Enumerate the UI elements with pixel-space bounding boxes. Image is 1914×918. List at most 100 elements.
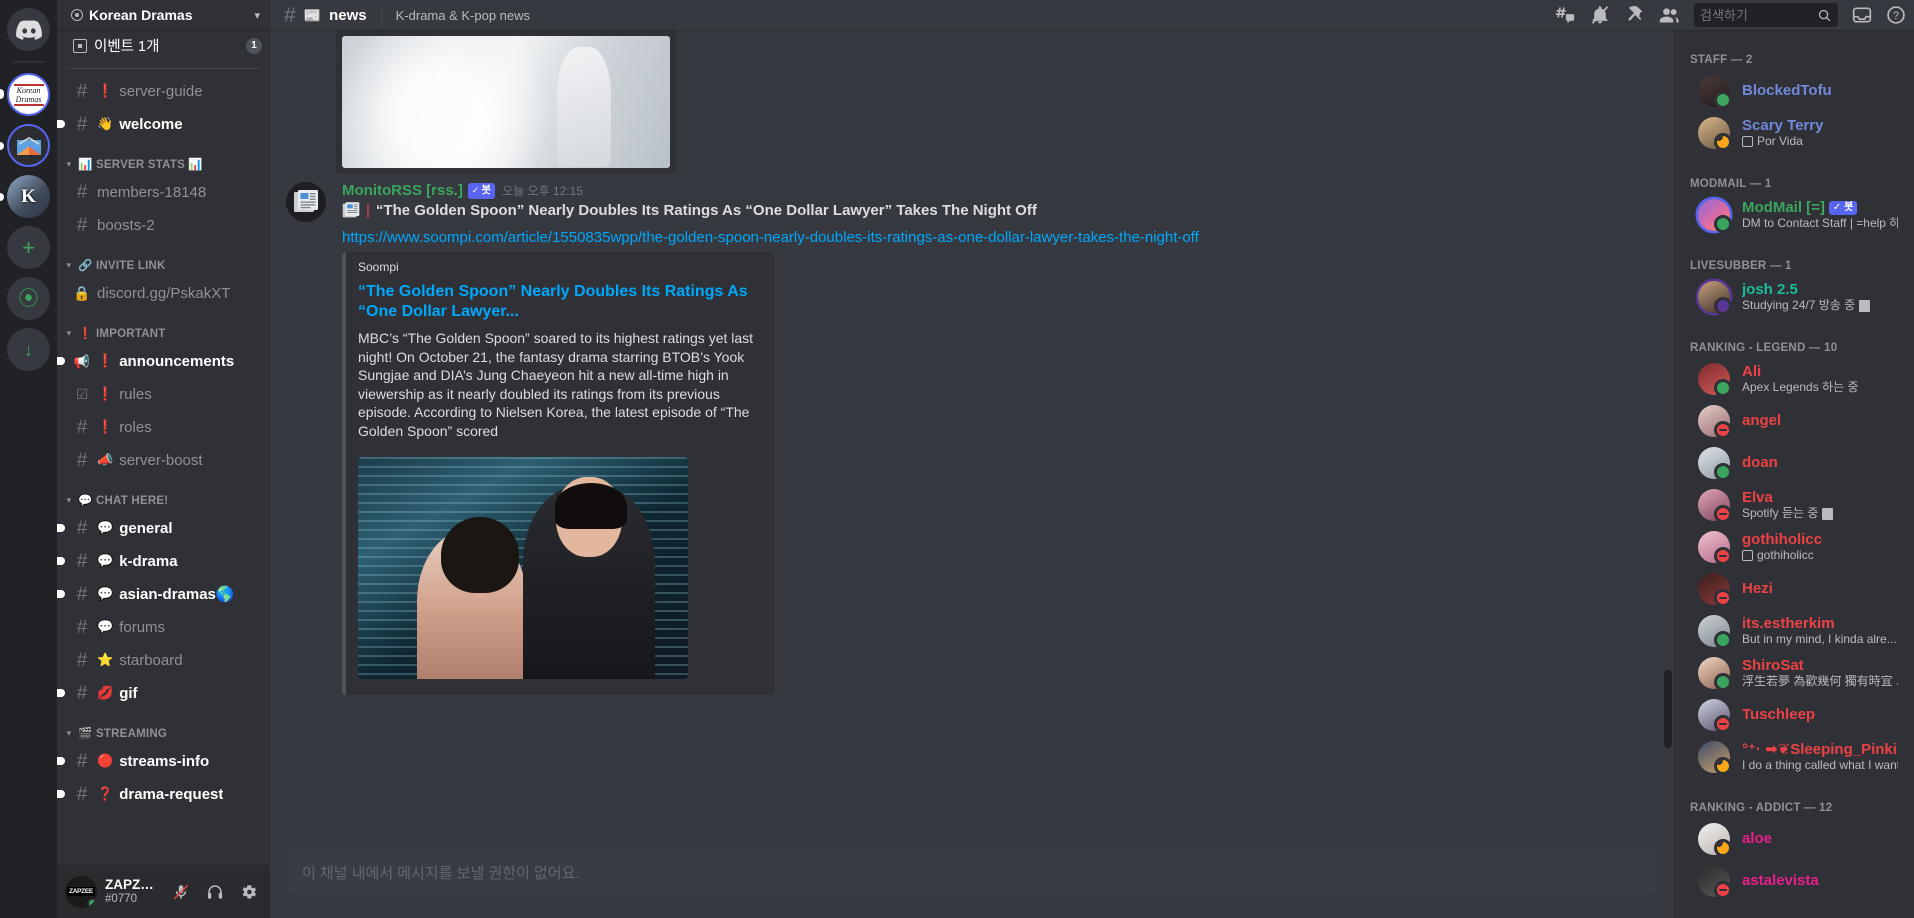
help-icon[interactable]: ?	[1886, 5, 1906, 25]
channel-members-count[interactable]: # members-18148	[65, 176, 262, 208]
channel-server-boost[interactable]: # 📣 server-boost	[65, 444, 262, 476]
embed-image[interactable]	[358, 456, 688, 679]
channel-rules[interactable]: ☑ ❗ rules	[65, 378, 262, 410]
member-activity: But in my mind, I kinda alre...	[1742, 633, 1898, 647]
channel-announcements[interactable]: 📢 ❗ announcements	[65, 345, 262, 377]
channel-drama-request[interactable]: # ❓ drama-request	[65, 778, 262, 810]
inbox-icon[interactable]	[1852, 5, 1872, 25]
download-apps-button[interactable]: ↓	[7, 328, 50, 371]
server-icon-k[interactable]: K	[7, 175, 50, 218]
channel-invite-link[interactable]: 🔒 discord.gg/PskakXT	[65, 277, 262, 309]
channel-roles[interactable]: # ❗ roles	[65, 411, 262, 443]
embed-title[interactable]: “The Golden Spoon” Nearly Doubles Its Ra…	[358, 282, 758, 321]
channel-welcome[interactable]: # 👋 welcome	[65, 108, 262, 140]
channel-emoji: 📣	[97, 452, 114, 467]
channel-emoji: 🔴	[97, 753, 114, 768]
channel-streams-info[interactable]: # 🔴 streams-info	[65, 745, 262, 777]
channel-server-guide[interactable]: # ❗ server-guide	[65, 75, 262, 107]
threads-icon[interactable]	[1554, 5, 1576, 25]
channel-emoji: 👋	[97, 116, 114, 131]
previous-message-image[interactable]	[336, 30, 676, 174]
member-row[interactable]: Hezi	[1682, 568, 1906, 610]
channel-k-drama[interactable]: # 💬 k-drama	[65, 545, 262, 577]
message-scroller[interactable]: MonitoRSS [rss.] ✓ 봇 오늘 오후 12:15 | “The …	[270, 30, 1674, 850]
hash-icon: #	[76, 682, 88, 704]
member-row[interactable]: BlockedTofu	[1682, 70, 1906, 112]
member-row[interactable]: angel	[1682, 400, 1906, 442]
avatar	[1698, 117, 1732, 151]
headphones-icon	[207, 884, 223, 899]
search-input[interactable]	[1700, 7, 1813, 23]
hash-icon: #	[76, 616, 88, 638]
category-chat-here[interactable]: ▾ 💬 CHAT HERE!	[57, 477, 270, 511]
members-icon[interactable]	[1658, 5, 1680, 25]
deafen-button[interactable]	[202, 879, 228, 905]
bell-off-icon[interactable]	[1590, 5, 1610, 25]
member-row[interactable]: its.estherkim But in my mind, I kinda al…	[1682, 610, 1906, 652]
channel-forums[interactable]: # 💬 forums	[65, 611, 262, 643]
avatar	[1698, 75, 1732, 109]
channel-gif[interactable]: # 💋 gif	[65, 677, 262, 709]
avatar[interactable]	[286, 182, 326, 222]
member-name: ModMail [=] ✓ 봇	[1742, 199, 1898, 216]
category-invite-link[interactable]: ▾ 🔗 INVITE LINK	[57, 242, 270, 276]
message-author[interactable]: MonitoRSS [rss.]	[342, 182, 463, 200]
server-icon-korean-dramas[interactable]: Korean Dramas	[7, 73, 50, 116]
embed-card[interactable]: Soompi “The Golden Spoon” Nearly Doubles…	[342, 252, 774, 695]
channel-boosts-count[interactable]: # boosts-2	[65, 209, 262, 241]
add-server-button[interactable]: +	[7, 226, 50, 269]
member-row[interactable]: Scary Terry Por Vida	[1682, 112, 1906, 154]
member-row[interactable]: astalevista	[1682, 860, 1906, 902]
messages-scrollbar[interactable]	[1664, 670, 1672, 748]
member-row[interactable]: josh 2.5 Studying 24/7 방송 중	[1682, 276, 1906, 318]
channel-starboard[interactable]: # ⭐ starboard	[65, 644, 262, 676]
member-row[interactable]: Ali Apex Legends 하는 중	[1682, 358, 1906, 400]
member-group-header: LIVESUBBER — 1	[1690, 260, 1792, 272]
page-title: news	[329, 6, 367, 24]
server-header[interactable]: Korean Dramas ▾	[57, 0, 270, 30]
topbar-divider	[380, 5, 382, 25]
channel-emoji: 💋	[97, 685, 114, 700]
hash-icon: #	[76, 416, 88, 438]
bowtie-detail	[575, 62, 602, 75]
member-row[interactable]: doan	[1682, 442, 1906, 484]
member-row[interactable]: gothiholicc gothiholicc	[1682, 526, 1906, 568]
channel-list[interactable]: 이벤트 1개 1 # ❗ server-guide # 👋 welcome ▾ …	[57, 30, 270, 865]
member-row[interactable]: ShiroSat 浮生若夢 為歡幾何 獨有時宜 ...	[1682, 652, 1906, 694]
search-box[interactable]	[1694, 3, 1838, 27]
member-row[interactable]: Elva Spotify 듣는 중	[1682, 484, 1906, 526]
member-name: Tuschleep	[1742, 706, 1816, 724]
events-row[interactable]: 이벤트 1개 1	[65, 32, 262, 59]
member-row[interactable]: °⁺· ➡❦Sleeping_Pinki... I do a thing cal…	[1682, 736, 1906, 778]
channel-general[interactable]: # 💬 general	[65, 512, 262, 544]
mute-microphone-button[interactable]	[168, 879, 194, 905]
member-row[interactable]: aloe	[1682, 818, 1906, 860]
avatar	[1698, 405, 1732, 439]
avatar	[1698, 865, 1732, 899]
channel-asian-dramas[interactable]: # 💬 asian-dramas🌎	[65, 578, 262, 610]
category-streaming[interactable]: ▾ 🎬 STREAMING	[57, 710, 270, 744]
username: ZAPZEE_N...	[105, 877, 160, 893]
category-important[interactable]: ▾ ❗ IMPORTANT	[57, 310, 270, 344]
unread-indicator-korean	[0, 89, 4, 99]
hash-icon: #	[76, 181, 88, 203]
pin-icon[interactable]	[1624, 5, 1644, 25]
server-icon-mail[interactable]	[7, 124, 50, 167]
status-online-icon	[1714, 91, 1732, 109]
download-icon: ↓	[24, 339, 33, 360]
avatar[interactable]: ZAPZEE	[65, 875, 97, 908]
member-list[interactable]: STAFF — 2 BlockedTofu Scary Terry Por Vi…	[1674, 30, 1914, 918]
user-settings-button[interactable]	[236, 879, 262, 905]
explore-servers-button[interactable]: ⦿	[7, 277, 50, 320]
member-activity-text: gothiholicc	[1757, 548, 1814, 562]
message-link[interactable]: https://www.soompi.com/article/1550835wp…	[342, 229, 1626, 246]
category-server-stats[interactable]: ▾ 📊 SERVER STATS 📊	[57, 141, 270, 175]
server-name: Korean Dramas	[89, 7, 193, 23]
member-row[interactable]: Tuschleep	[1682, 694, 1906, 736]
channel-name: discord.gg/PskakXT	[97, 284, 231, 302]
topbar-actions: ?	[1554, 3, 1906, 27]
channel-topic: K-drama & K-pop news	[395, 7, 531, 23]
member-row[interactable]: ModMail [=] ✓ 봇 DM to Contact Staff | =h…	[1682, 194, 1906, 236]
user-names[interactable]: ZAPZEE_N... #0770	[105, 877, 160, 906]
server-icon-home[interactable]	[7, 8, 50, 51]
